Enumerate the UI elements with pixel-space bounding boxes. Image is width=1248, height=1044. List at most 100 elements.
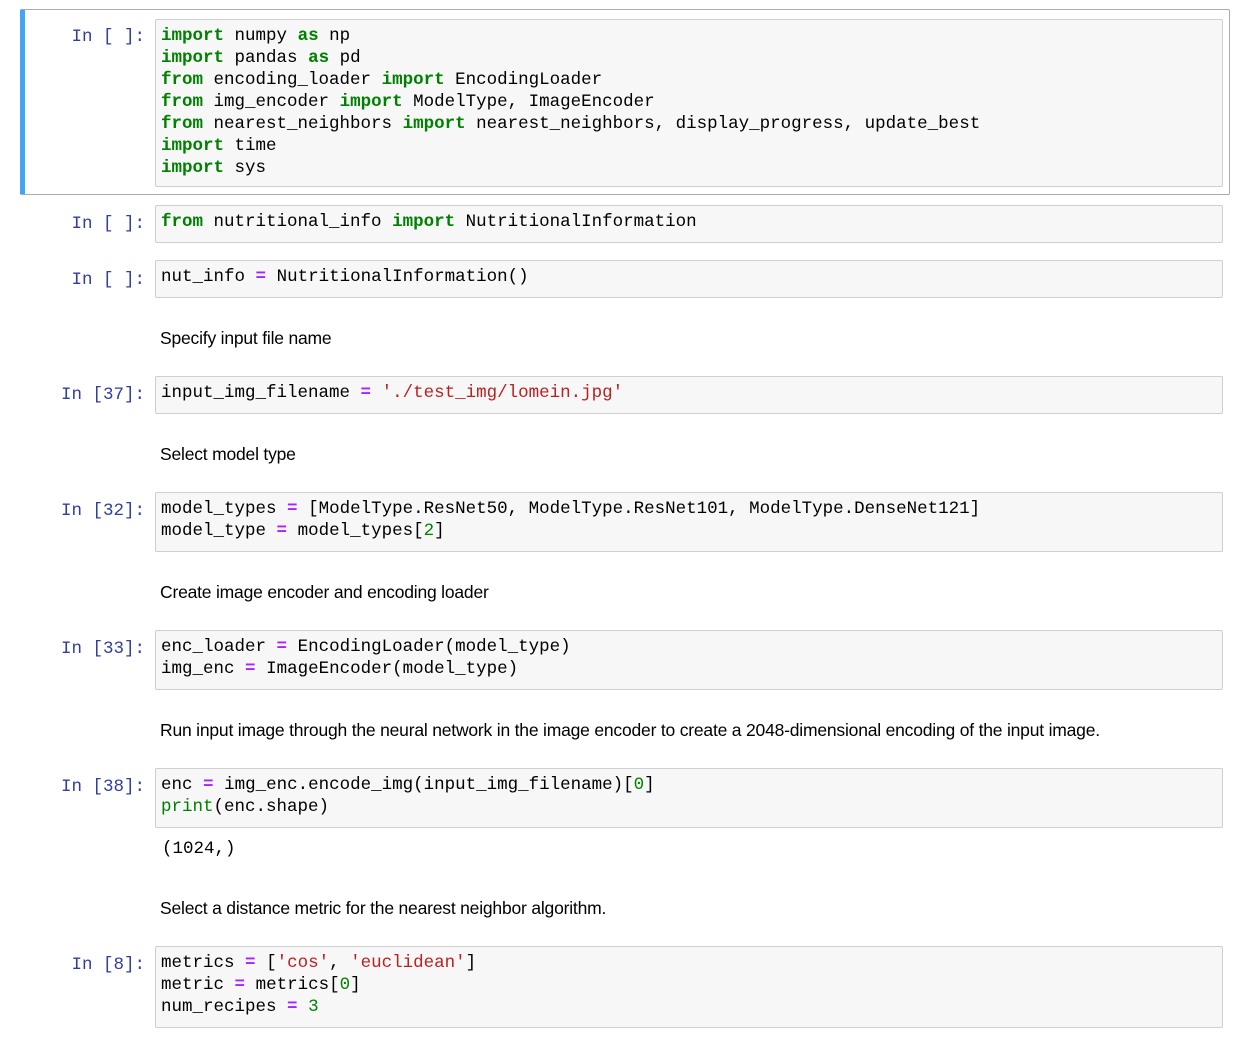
- code-line: from nearest_neighbors import nearest_ne…: [161, 113, 1222, 135]
- code-token: model_types: [161, 499, 277, 519]
- markdown-text: Run input image through the neural netwo…: [160, 720, 1100, 740]
- cell-prompt: In [ ]:: [71, 214, 145, 234]
- code-line: import numpy as np: [161, 25, 1222, 47]
- markdown-text: Create image encoder and encoding loader: [160, 582, 489, 602]
- cell-prompt: In [37]:: [60, 385, 145, 405]
- code-block: enc_loader = EncodingLoader(model_type) i…: [161, 636, 1222, 680]
- code-keyword: from: [161, 114, 204, 134]
- code-cell-imports[interactable]: In [ ]: import numpy as np import pandas …: [20, 9, 1230, 195]
- code-cell-encode-img[interactable]: In [38]: enc = img_enc.encode_img(input_…: [20, 766, 1230, 830]
- code-operator: =: [287, 499, 298, 519]
- code-token: pandas: [234, 48, 298, 68]
- code-operator: =: [245, 953, 256, 973]
- code-token: metric: [161, 975, 225, 995]
- code-line: img_enc = ImageEncoder(model_type): [161, 658, 1222, 680]
- code-keyword: import: [161, 158, 225, 178]
- cell-prompt: In [38]:: [60, 777, 145, 797]
- code-block: from nutritional_info import Nutritional…: [161, 211, 1222, 233]
- code-keyword: as: [308, 48, 330, 68]
- code-token: metrics[: [255, 975, 340, 995]
- code-number: 3: [308, 997, 319, 1017]
- code-token: [: [266, 953, 277, 973]
- code-input-area[interactable]: nut_info = NutritionalInformation(): [155, 260, 1223, 298]
- code-builtin: print: [161, 797, 214, 817]
- code-line: model_types = [ModelType.ResNet50, Model…: [161, 498, 1222, 520]
- code-token: nut_info: [161, 267, 246, 287]
- code-operator: =: [276, 637, 288, 657]
- code-input-area[interactable]: input_img_filename = './test_img/lomein.…: [155, 376, 1223, 414]
- code-keyword: from: [161, 212, 204, 232]
- code-token: [ModelType.ResNet50, ModelType.ResNet101…: [308, 499, 981, 519]
- code-number: 2: [423, 521, 435, 541]
- code-token: num_recipes: [161, 997, 277, 1017]
- code-token: ModelType, ImageEncoder: [413, 92, 655, 112]
- code-number: 0: [339, 975, 351, 995]
- code-input-area[interactable]: enc_loader = EncodingLoader(model_type) i…: [155, 630, 1223, 690]
- code-token: enc_loader: [161, 637, 267, 657]
- code-token: img_enc.encode_img(input_img_filename)[: [224, 775, 634, 795]
- code-keyword: import: [402, 114, 466, 134]
- code-keyword: import: [339, 92, 403, 112]
- code-line: enc = img_enc.encode_img(input_img_filen…: [161, 774, 1222, 796]
- code-block: model_types = [ModelType.ResNet50, Model…: [161, 498, 1222, 542]
- markdown-text: Select a distance metric for the nearest…: [160, 898, 607, 918]
- code-token: ,: [329, 953, 351, 973]
- code-token: NutritionalInformation: [465, 212, 697, 232]
- code-cell-nutritional-import[interactable]: In [ ]: from nutritional_info import Nut…: [20, 203, 1230, 245]
- code-token: ImageEncoder(model_type): [266, 659, 519, 679]
- code-token: img_enc: [161, 659, 235, 679]
- code-keyword: from: [161, 92, 204, 112]
- code-block: import numpy as np import pandas as pd fro…: [161, 25, 1222, 179]
- code-operator: =: [360, 383, 372, 403]
- code-token: model_types[: [297, 521, 424, 541]
- code-token: model_type: [161, 521, 267, 541]
- code-token: (enc.shape): [213, 797, 330, 817]
- code-input-area[interactable]: metrics = ['cos', 'euclidean'] metric = m…: [155, 946, 1223, 1028]
- code-cell-metrics[interactable]: In [8]: metrics = ['cos', 'euclidean'] me…: [20, 944, 1230, 1030]
- code-token: np: [329, 26, 351, 46]
- markdown-text: Select model type: [160, 444, 296, 464]
- code-keyword: import: [381, 70, 445, 90]
- code-string: './test_img/lomein.jpg': [381, 383, 624, 403]
- code-input-area[interactable]: import numpy as np import pandas as pd fro…: [155, 19, 1223, 187]
- code-token: numpy: [234, 26, 288, 46]
- code-keyword: import: [161, 48, 225, 68]
- code-cell-encoder[interactable]: In [33]: enc_loader = EncodingLoader(mod…: [20, 628, 1230, 692]
- code-token: EncodingLoader(model_type): [297, 637, 571, 657]
- code-block: input_img_filename = './test_img/lomein.…: [161, 382, 1222, 404]
- code-line: metric = metrics[0]: [161, 974, 1222, 996]
- code-line: nut_info = NutritionalInformation(): [161, 266, 1222, 288]
- cell-prompt: In [32]:: [60, 501, 145, 521]
- code-token: ]: [350, 975, 361, 995]
- code-line: import time: [161, 135, 1222, 157]
- code-line: model_type = model_types[2]: [161, 520, 1222, 542]
- code-block: enc = img_enc.encode_img(input_img_filen…: [161, 774, 1222, 818]
- code-string: 'euclidean': [350, 953, 466, 973]
- code-operator: =: [245, 659, 256, 679]
- code-cell-input-filename[interactable]: In [37]: input_img_filename = './test_im…: [20, 374, 1230, 416]
- cell-prompt: In [33]:: [60, 639, 145, 659]
- code-keyword: import: [161, 26, 225, 46]
- code-operator: =: [203, 775, 214, 795]
- code-operator: =: [276, 521, 288, 541]
- code-input-area[interactable]: model_types = [ModelType.ResNet50, Model…: [155, 492, 1223, 552]
- code-keyword: import: [161, 136, 225, 156]
- code-input-area[interactable]: from nutritional_info import Nutritional…: [155, 205, 1223, 243]
- code-input-area[interactable]: enc = img_enc.encode_img(input_img_filen…: [155, 768, 1223, 828]
- code-string: 'cos': [276, 953, 330, 973]
- code-operator: =: [255, 267, 267, 287]
- code-keyword: as: [297, 26, 319, 46]
- code-token: time: [234, 136, 277, 156]
- code-token: nearest_neighbors, display_progress, upd…: [476, 114, 981, 134]
- code-operator: =: [234, 975, 246, 995]
- code-token: enc: [161, 775, 193, 795]
- code-cell-model-type[interactable]: In [32]: model_types = [ModelType.ResNet…: [20, 490, 1230, 554]
- cell-prompt: In [ ]:: [71, 270, 145, 290]
- code-keyword: from: [161, 70, 204, 90]
- code-token: ]: [644, 775, 655, 795]
- code-token: ]: [465, 953, 477, 973]
- code-cell-nut-info[interactable]: In [ ]: nut_info = NutritionalInformatio…: [20, 258, 1230, 300]
- markdown-text: Specify input file name: [160, 328, 332, 348]
- code-token: EncodingLoader: [455, 70, 603, 90]
- code-block: metrics = ['cos', 'euclidean'] metric = m…: [161, 952, 1222, 1018]
